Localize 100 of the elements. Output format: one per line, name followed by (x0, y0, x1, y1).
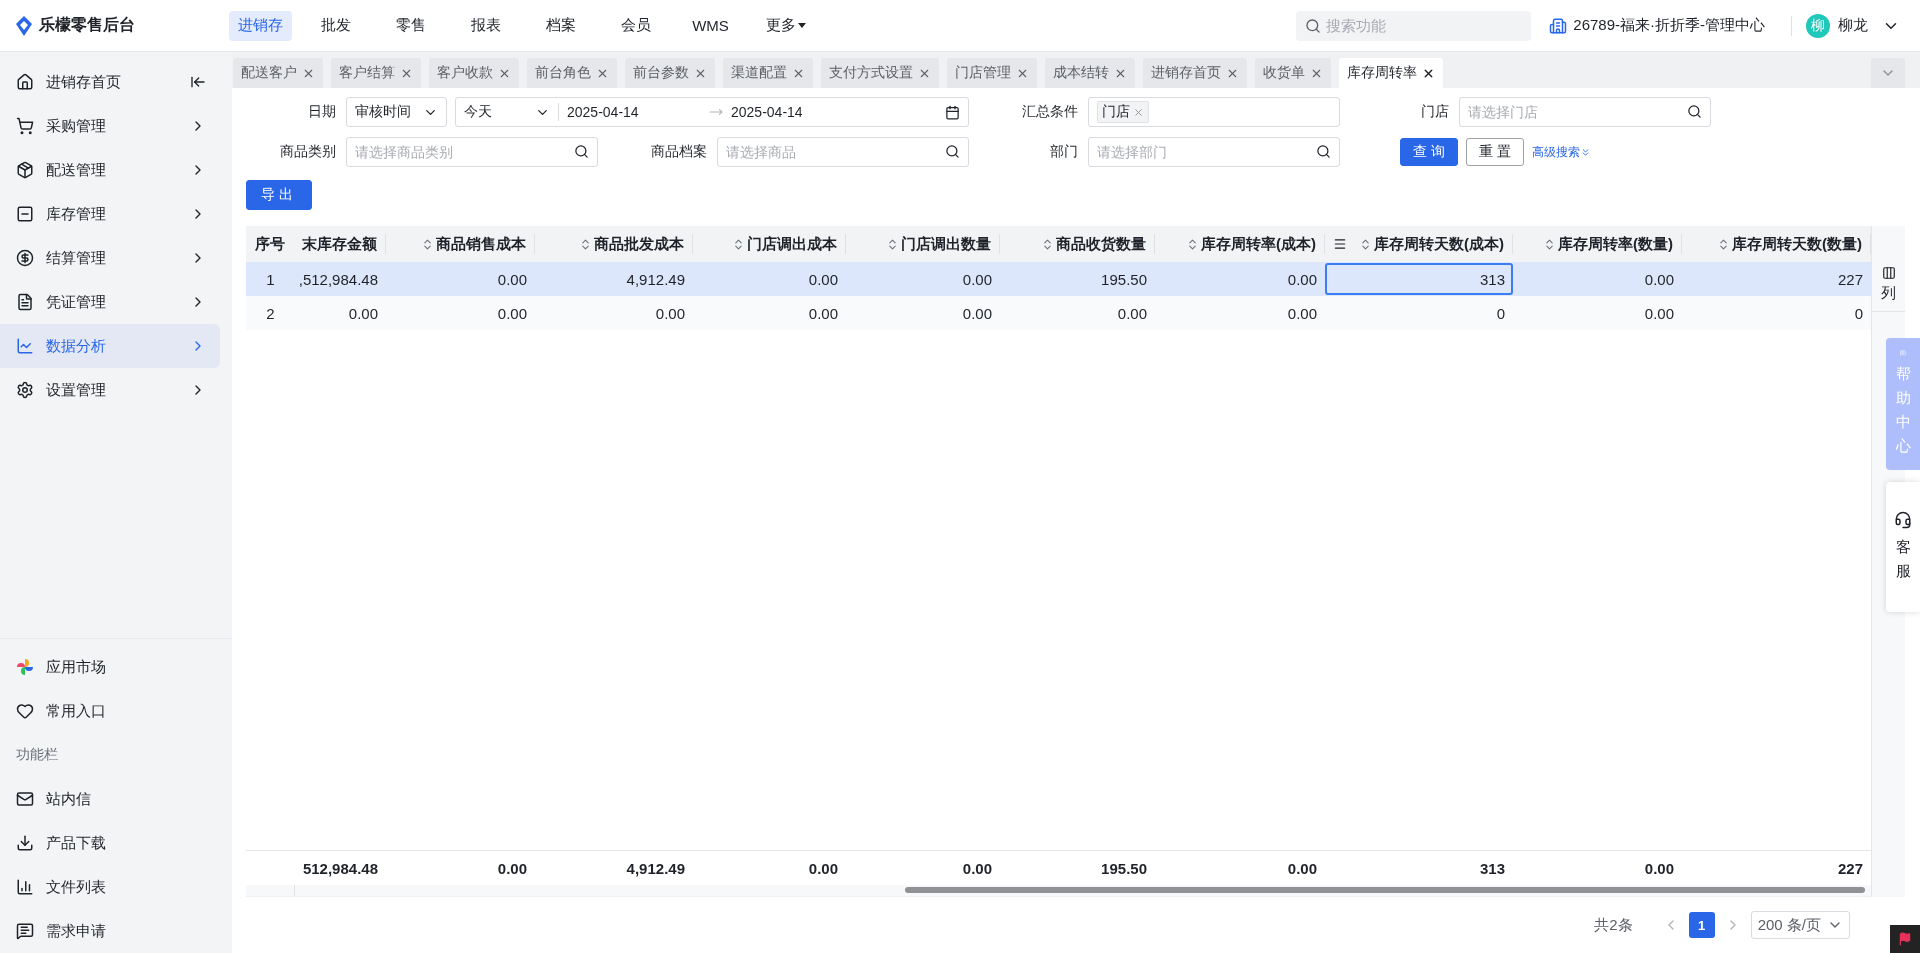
end-date-field[interactable]: 2025-04-14 (723, 104, 863, 120)
nav-item[interactable]: 报表 (454, 10, 517, 41)
sidebar-item[interactable]: 设置管理 (0, 368, 220, 412)
table-row[interactable]: 2 0.00 0.00 0.00 0.00 0.00 0.00 0.00 0 0.00 0 (246, 296, 1871, 330)
sort-icon[interactable] (1041, 237, 1054, 251)
sidebar-link[interactable]: 常用入口 (0, 689, 220, 733)
calendar-icon[interactable] (945, 104, 960, 120)
sort-icon[interactable] (1186, 237, 1199, 251)
column-header[interactable]: 库存周转天数(成本) (1325, 234, 1513, 254)
export-button[interactable]: 导出 (246, 180, 312, 210)
total-cell-text: 313 (1478, 858, 1506, 879)
sidebar-item[interactable]: 进销存首页 (0, 60, 220, 104)
horizontal-scrollbar[interactable] (246, 885, 1871, 896)
nav-item[interactable]: 档案 (529, 10, 592, 41)
table-cell-text: 195.50 (1100, 269, 1148, 290)
sidebar-item[interactable]: 凭证管理 (0, 280, 220, 324)
summary-field[interactable]: 门店 (1088, 97, 1340, 127)
search-field[interactable]: 搜索功能 (1296, 10, 1532, 41)
search-icon (945, 144, 960, 159)
page-tab[interactable]: 成本结转 (1045, 58, 1135, 88)
table-cell-text: 0.00 (347, 303, 379, 324)
logo-icon (15, 15, 33, 36)
customer-service-button[interactable]: 客服 (1886, 482, 1920, 612)
nav-item[interactable]: WMS (679, 10, 742, 41)
sort-icon[interactable] (886, 237, 899, 251)
column-header[interactable]: 库存周转率(成本) (1155, 234, 1325, 254)
search-field[interactable]: 请选择商品 (717, 137, 969, 167)
menu-icon[interactable] (1333, 237, 1347, 251)
table-cell-text: 227 (1836, 269, 1864, 290)
download-icon (16, 834, 34, 852)
page-tab[interactable]: 客户收款 (429, 58, 519, 88)
table-cell-text: 0 (1495, 303, 1506, 324)
page-tab[interactable]: 收货单 (1255, 58, 1331, 88)
sidebar-item[interactable]: 配送管理 (0, 148, 220, 192)
total-cell-text: 0.00 (1286, 858, 1318, 879)
start-date-field[interactable]: 2025-04-14 (559, 104, 699, 120)
filter-tag: 门店 (1097, 101, 1149, 123)
search-field[interactable]: 请选择部门 (1088, 137, 1340, 167)
sidebar-item[interactable]: 库存管理 (0, 192, 220, 236)
table-cell-text: 0.00 (1286, 303, 1318, 324)
sidebar-item[interactable]: 数据分析 (0, 324, 220, 368)
sort-icon[interactable] (421, 237, 434, 251)
table-cell-text: 0.00 (496, 303, 528, 324)
sort-icon[interactable] (1543, 237, 1556, 251)
sidebar-link[interactable]: 产品下载 (0, 821, 220, 865)
table-cell-text: 4,912.49 (625, 269, 686, 290)
date-preset-select[interactable]: 今天 (456, 103, 559, 121)
date-type-select[interactable]: 审核时间 (346, 97, 447, 127)
sidebar-link[interactable]: 应用市场 (0, 645, 220, 689)
nav-item[interactable]: 零售 (379, 10, 442, 41)
sidebar-item[interactable]: 采购管理 (0, 104, 220, 148)
table-cell-text: ,512,984.48 (297, 269, 379, 290)
user-name[interactable]: 柳龙 (1838, 16, 1868, 35)
sidebar-item[interactable]: 结算管理 (0, 236, 220, 280)
nav-item[interactable]: 批发 (304, 10, 367, 41)
total-cell-text: 0.00 (1643, 858, 1675, 879)
field-label: 部门 (1049, 143, 1079, 161)
page-tab[interactable]: 渠道配置 (723, 58, 813, 88)
page-size-select[interactable]: 200 条/页 (1750, 911, 1850, 939)
table-cell-text: 0.00 (1116, 303, 1148, 324)
page-tab[interactable]: 门店管理 (947, 58, 1037, 88)
column-header[interactable]: 商品销售成本 (386, 234, 535, 254)
page-tab[interactable]: 客户结算 (331, 58, 421, 88)
nav-item[interactable]: 进销存 (229, 10, 292, 41)
column-header[interactable]: 门店调出成本 (693, 234, 846, 254)
sort-icon[interactable] (1717, 237, 1730, 251)
page-tab[interactable]: 配送客户 (233, 58, 323, 88)
column-header[interactable]: 末库存金额 (295, 234, 386, 254)
sort-icon[interactable] (579, 237, 592, 251)
search-field[interactable]: 请选择商品类别 (346, 137, 598, 167)
search-icon (1316, 144, 1331, 159)
table-cell-text: 0.00 (807, 303, 839, 324)
page-tab[interactable]: 前台参数 (625, 58, 715, 88)
table-row[interactable]: 1 ,512,984.48 0.00 4,912.49 0.00 0.00 195.50 0.00 313 0.00 227 (246, 262, 1871, 296)
sidebar-link[interactable]: 文件列表 (0, 865, 220, 909)
page-tab[interactable]: 库存周转率 (1339, 58, 1443, 88)
page-tab[interactable]: 支付方式设置 (821, 58, 939, 88)
store-field[interactable]: 请选择门店 (1459, 97, 1711, 127)
page-tab[interactable]: 前台角色 (527, 58, 617, 88)
nav-item[interactable]: 会员 (604, 10, 667, 41)
column-header[interactable]: 序号 (246, 234, 295, 254)
column-settings-button[interactable]: 列 (1872, 266, 1905, 312)
store-name[interactable]: 26789-福来·折折季-管理中心 (1573, 16, 1765, 35)
sort-icon[interactable] (732, 237, 745, 251)
query-button[interactable]: 查 询 (1400, 138, 1458, 166)
collapse-icon[interactable] (190, 74, 206, 90)
total-cell-text: 227 (1836, 858, 1864, 879)
page-tab[interactable]: 进销存首页 (1143, 58, 1247, 88)
column-header[interactable]: 库存周转率(数量) (1513, 234, 1682, 254)
sidebar-link[interactable]: 站内信 (0, 777, 220, 821)
column-header[interactable]: 商品批发成本 (535, 234, 693, 254)
reset-button[interactable]: 重 置 (1465, 138, 1524, 166)
column-header[interactable]: 门店调出数量 (846, 234, 1000, 254)
nav-item[interactable]: 更多 (754, 10, 817, 41)
column-header[interactable]: 商品收货数量 (1000, 234, 1155, 254)
sidebar-link[interactable]: 需求申请 (0, 909, 220, 953)
advanced-search-link[interactable]: 高级搜索 (1531, 143, 1591, 161)
page-button[interactable]: 1 (1688, 912, 1715, 938)
flag-button[interactable] (1890, 925, 1920, 953)
sort-icon[interactable] (1359, 237, 1372, 251)
